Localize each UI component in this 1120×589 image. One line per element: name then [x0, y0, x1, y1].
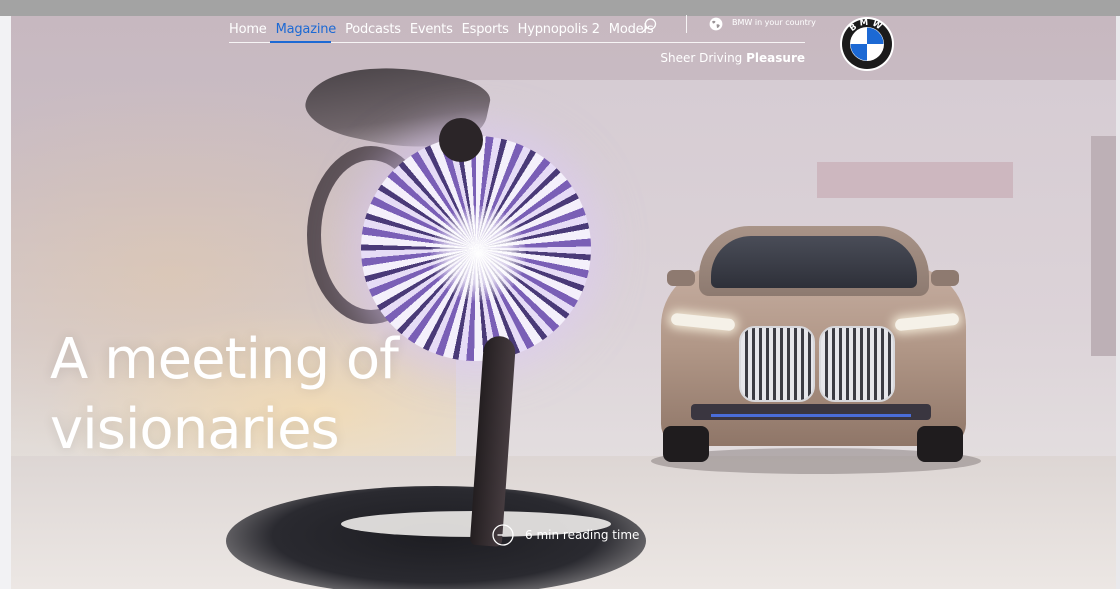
browser-top-strip	[0, 0, 1120, 16]
clock-icon	[492, 524, 514, 546]
globe-icon[interactable]	[709, 17, 723, 31]
bmw-logo[interactable]: BMW	[839, 16, 895, 72]
nav-item-events[interactable]: Events	[410, 22, 453, 37]
nav-item-home[interactable]: Home	[229, 22, 267, 37]
car-windshield	[711, 236, 917, 288]
reading-time: 6 min reading time	[492, 524, 639, 546]
car-bumper	[691, 404, 931, 420]
car-mirror-left	[667, 270, 695, 286]
brand-tagline: Sheer Driving Pleasure	[660, 51, 805, 65]
headline-line-2: visionaries	[50, 397, 340, 462]
costume-glow	[431, 206, 526, 301]
main-nav: Home Magazine Podcasts Events Esports Hy…	[229, 16, 654, 42]
reading-time-label: 6 min reading time	[525, 528, 640, 542]
nav-item-esports[interactable]: Esports	[462, 22, 509, 37]
search-icon[interactable]	[640, 17, 658, 35]
car-bumper-accent	[711, 414, 911, 417]
wall-pillar	[1091, 136, 1116, 356]
page-frame-left	[0, 16, 11, 589]
nav-active-indicator	[270, 41, 331, 43]
car-mirror-right	[931, 270, 959, 286]
country-selector-link[interactable]: BMW in your country	[732, 18, 816, 27]
page-frame-right	[1116, 16, 1120, 589]
nav-item-podcasts[interactable]: Podcasts	[345, 22, 401, 37]
wall-panel	[817, 162, 1013, 198]
hero-image	[11, 16, 1116, 589]
nav-item-magazine[interactable]: Magazine	[276, 22, 337, 37]
nav-item-hypnopolis-2[interactable]: Hypnopolis 2	[518, 22, 600, 37]
article-headline: A meeting of visionaries	[50, 325, 399, 465]
dancer-head	[439, 118, 483, 162]
headline-line-1: A meeting of	[50, 327, 399, 392]
car-kidney-grille-left	[739, 326, 815, 402]
nav-vertical-divider	[686, 15, 687, 33]
car-kidney-grille-right	[819, 326, 895, 402]
car-wheel-right	[917, 426, 963, 462]
tagline-bold: Pleasure	[746, 51, 805, 65]
car-wheel-left	[663, 426, 709, 462]
tagline-regular: Sheer Driving	[660, 51, 747, 65]
